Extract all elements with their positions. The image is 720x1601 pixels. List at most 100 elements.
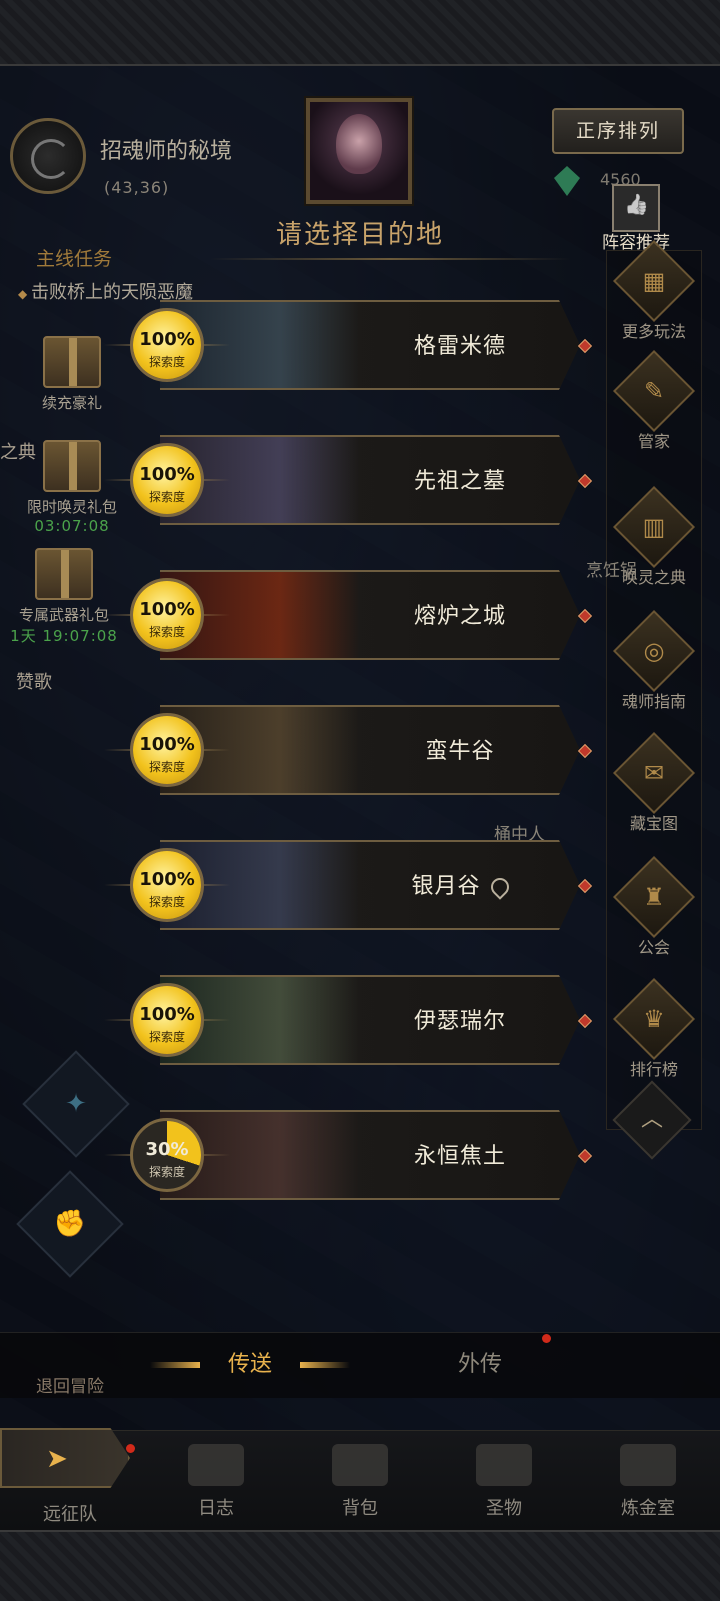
nav-journal[interactable]: 日志 bbox=[156, 1444, 276, 1520]
red-diamond-icon bbox=[577, 878, 593, 894]
rail-item-more-play[interactable]: ▦ 更多玩法 bbox=[606, 239, 702, 342]
destination-row[interactable]: 蛮牛谷 100% 探索度 bbox=[104, 701, 594, 799]
red-diamond-icon bbox=[577, 1148, 593, 1164]
nav-label: 背包 bbox=[342, 1498, 378, 1519]
progress-percent: 30% bbox=[145, 1139, 189, 1160]
exploration-badge-wrap: 100% 探索度 bbox=[104, 697, 230, 803]
progress-percent: 100% bbox=[139, 1004, 195, 1025]
rail-item-guide[interactable]: ◎ 魂师指南 bbox=[606, 609, 702, 712]
location-pin-icon bbox=[486, 874, 513, 900]
guild-icon: ♜ bbox=[643, 883, 665, 911]
left-cut-label[interactable]: 赞歌 bbox=[16, 668, 52, 694]
chevron-up-icon: ︿ bbox=[640, 1107, 663, 1132]
arrow-diamond-icon: ➤ bbox=[46, 1444, 68, 1474]
grid-icon: ▦ bbox=[642, 267, 666, 295]
exploration-progress-badge: 100% 探索度 bbox=[130, 443, 204, 517]
gift-box-icon bbox=[43, 336, 101, 388]
gift-box-icon bbox=[43, 440, 101, 492]
title-divider bbox=[210, 258, 570, 260]
rail-item-steward[interactable]: ✎ 管家 bbox=[606, 349, 702, 452]
destination-name: 蛮牛谷 bbox=[425, 739, 495, 764]
exploration-badge-wrap: 100% 探索度 bbox=[104, 427, 230, 533]
progress-percent: 100% bbox=[139, 869, 195, 890]
red-diamond-icon bbox=[577, 608, 593, 624]
exploration-badge-wrap: 100% 探索度 bbox=[104, 832, 230, 938]
exploration-progress-badge: 30% 探索度 bbox=[130, 1118, 204, 1192]
nav-label: 圣物 bbox=[486, 1498, 522, 1519]
destination-name: 永恒焦土 bbox=[413, 1144, 506, 1169]
fist-icon: ✊ bbox=[53, 1209, 87, 1239]
progress-percent: 100% bbox=[139, 329, 195, 350]
zone-name: 招魂师的秘境 bbox=[100, 139, 233, 164]
progress-label: 探索度 bbox=[148, 625, 185, 639]
exploration-progress-badge: 100% 探索度 bbox=[130, 308, 204, 382]
nav-alchemy[interactable]: 炼金室 bbox=[588, 1444, 708, 1520]
nav-relic[interactable]: 圣物 bbox=[444, 1444, 564, 1520]
exploration-badge-wrap: 100% 探索度 bbox=[104, 967, 230, 1073]
destination-row[interactable]: 永恒焦土 30% 探索度 bbox=[104, 1106, 594, 1204]
top-frame bbox=[0, 0, 720, 66]
rail-item-leaderboard[interactable]: ♛ 排行榜 bbox=[606, 977, 702, 1080]
destination-row[interactable]: 熔炉之城 100% 探索度 bbox=[104, 566, 594, 664]
progress-label: 探索度 bbox=[148, 1165, 185, 1179]
destination-row[interactable]: 银月谷 100% 探索度 bbox=[104, 836, 594, 934]
destination-row[interactable]: 伊瑟瑞尔 100% 探索度 bbox=[104, 971, 594, 1069]
exploration-badge-wrap: 30% 探索度 bbox=[104, 1102, 230, 1208]
exploration-progress-badge: 100% 探索度 bbox=[130, 848, 204, 922]
progress-label: 探索度 bbox=[148, 1030, 185, 1044]
nav-label: 炼金室 bbox=[621, 1498, 675, 1519]
tab-bar bbox=[0, 1332, 720, 1398]
notification-dot bbox=[126, 1444, 135, 1453]
rail-item-treasure-map[interactable]: ✉ 藏宝图 bbox=[606, 731, 702, 834]
rune-icon: ✦ bbox=[65, 1089, 87, 1119]
quill-icon: ✎ bbox=[643, 377, 665, 405]
alchemy-icon bbox=[620, 1444, 676, 1486]
destination-name: 伊瑟瑞尔 bbox=[413, 1009, 506, 1034]
retreat-label[interactable]: 退回冒险 bbox=[36, 1372, 104, 1397]
destination-row[interactable]: 先祖之墓 100% 探索度 bbox=[104, 431, 594, 529]
destination-name: 格雷米德 bbox=[413, 334, 506, 359]
compass-icon: ◎ bbox=[643, 637, 665, 665]
progress-percent: 100% bbox=[139, 464, 195, 485]
backpack-icon bbox=[332, 1444, 388, 1486]
nav-expedition[interactable]: 远征队 bbox=[10, 1492, 130, 1526]
progress-percent: 100% bbox=[139, 734, 195, 755]
rail-item-guild[interactable]: ♜ 公会 bbox=[606, 855, 702, 958]
nav-label: 远征队 bbox=[43, 1504, 97, 1525]
exploration-badge-wrap: 100% 探索度 bbox=[104, 562, 230, 668]
progress-percent: 100% bbox=[139, 599, 195, 620]
red-diamond-icon bbox=[577, 338, 593, 354]
thumbs-up-icon[interactable] bbox=[612, 184, 660, 232]
red-diamond-icon bbox=[577, 1013, 593, 1029]
exploration-progress-badge: 100% 探索度 bbox=[130, 578, 204, 652]
tab-teleport[interactable]: 传送 bbox=[150, 1332, 350, 1398]
tab-side-story[interactable]: 外传 bbox=[400, 1332, 560, 1398]
book-icon: ▥ bbox=[642, 513, 666, 541]
character-portrait bbox=[306, 98, 412, 204]
progress-label: 探索度 bbox=[148, 490, 185, 504]
zone-coords: (43,36) bbox=[104, 178, 170, 197]
scroll-icon bbox=[188, 1444, 244, 1486]
destination-name: 熔炉之城 bbox=[413, 604, 506, 629]
map-icon: ✉ bbox=[643, 759, 665, 787]
progress-label: 探索度 bbox=[148, 355, 185, 369]
bottom-frame bbox=[0, 1530, 720, 1601]
nav-backpack[interactable]: 背包 bbox=[300, 1444, 420, 1520]
exploration-progress-badge: 100% 探索度 bbox=[130, 713, 204, 787]
gift-box-icon bbox=[35, 548, 93, 600]
sort-order-button[interactable]: 正序排列 bbox=[552, 108, 684, 154]
expedition-button[interactable]: ➤ bbox=[0, 1428, 130, 1488]
left-cut-label: 之典 bbox=[0, 442, 36, 463]
relic-icon bbox=[476, 1444, 532, 1486]
exploration-progress-badge: 100% 探索度 bbox=[130, 983, 204, 1057]
destination-row[interactable]: 格雷米德 100% 探索度 bbox=[104, 296, 594, 394]
notification-dot bbox=[542, 1334, 551, 1343]
progress-label: 探索度 bbox=[148, 895, 185, 909]
trophy-icon: ♛ bbox=[643, 1005, 665, 1033]
red-diamond-icon bbox=[577, 473, 593, 489]
red-diamond-icon bbox=[577, 743, 593, 759]
progress-label: 探索度 bbox=[148, 760, 185, 774]
left-item-weapon-pack[interactable]: 专属武器礼包 1天 19:07:08 bbox=[4, 548, 124, 646]
destination-name: 先祖之墓 bbox=[413, 469, 506, 494]
zone-emblem-icon[interactable] bbox=[10, 118, 86, 194]
